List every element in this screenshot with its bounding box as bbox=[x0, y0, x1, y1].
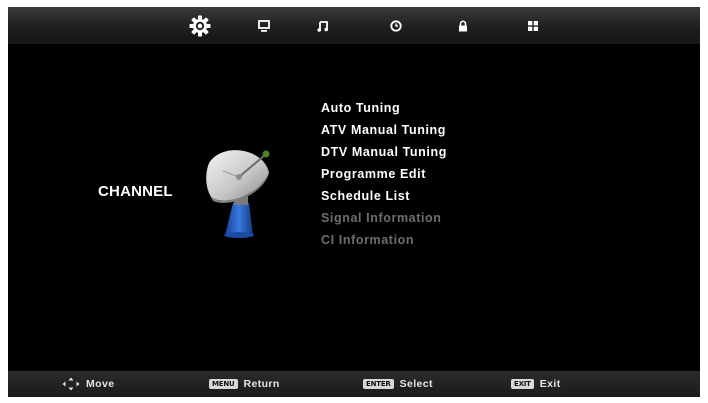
hint-select: ENTER Select bbox=[363, 371, 433, 397]
satellite-dish-icon bbox=[206, 150, 270, 238]
menu-key-badge: MENU bbox=[209, 379, 238, 389]
lock-icon[interactable] bbox=[454, 7, 472, 44]
music-note-icon[interactable] bbox=[314, 7, 332, 44]
arrows-icon bbox=[62, 377, 80, 391]
hint-exit-label: Exit bbox=[539, 378, 561, 390]
hint-exit: EXIT Exit bbox=[511, 371, 561, 397]
menu-item-auto-tuning[interactable]: Auto Tuning bbox=[321, 97, 447, 119]
hint-select-label: Select bbox=[399, 378, 433, 390]
menu-item-programme-edit[interactable]: Programme Edit bbox=[321, 163, 447, 185]
bottom-hint-bar: Move MENU Return ENTER Select EXIT Exit bbox=[8, 371, 700, 397]
channel-menu-list: Auto Tuning ATV Manual Tuning DTV Manual… bbox=[321, 97, 447, 251]
hint-return: MENU Return bbox=[209, 371, 280, 397]
hint-move-label: Move bbox=[86, 378, 115, 390]
monitor-icon[interactable] bbox=[255, 7, 273, 44]
menu-item-atv-manual-tuning[interactable]: ATV Manual Tuning bbox=[321, 119, 447, 141]
section-title: CHANNEL bbox=[98, 183, 173, 200]
menu-item-signal-information: Signal Information bbox=[321, 211, 442, 225]
exit-key-badge: EXIT bbox=[511, 379, 534, 389]
hint-move: Move bbox=[62, 371, 114, 397]
menu-item-ci-information: CI Information bbox=[321, 233, 415, 247]
clock-icon[interactable] bbox=[387, 7, 405, 44]
grid-icon[interactable] bbox=[524, 7, 542, 44]
tv-menu-screen: CHANNEL Auto Tuning ATV Manual Tuning DT bbox=[8, 7, 700, 397]
top-tab-bar bbox=[8, 7, 700, 44]
menu-item-schedule-list[interactable]: Schedule List bbox=[321, 185, 447, 207]
hint-return-label: Return bbox=[243, 378, 280, 390]
menu-item-dtv-manual-tuning[interactable]: DTV Manual Tuning bbox=[321, 141, 447, 163]
gear-icon[interactable] bbox=[186, 7, 214, 44]
enter-key-badge: ENTER bbox=[363, 379, 394, 389]
